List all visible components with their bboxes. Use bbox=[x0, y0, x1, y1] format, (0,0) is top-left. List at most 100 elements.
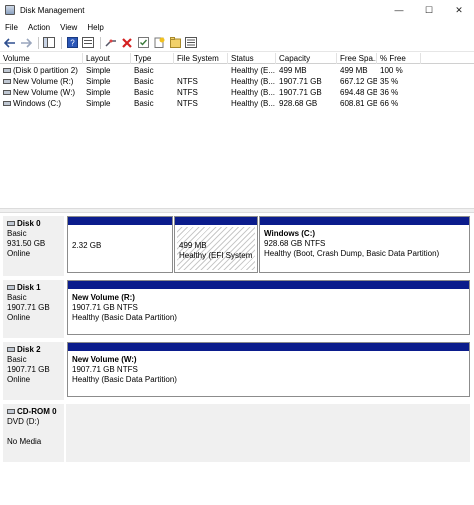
partition-block-efi[interactable]: 499 MB Healthy (EFI System Pa bbox=[174, 216, 258, 273]
partition-status: Healthy (Boot, Crash Dump, Basic Data Pa… bbox=[264, 249, 440, 258]
partition-bar bbox=[68, 281, 469, 289]
toolbar-separator bbox=[38, 36, 39, 49]
svg-text:?: ? bbox=[70, 39, 75, 48]
minimize-button[interactable]: — bbox=[384, 0, 414, 20]
menu-help[interactable]: Help bbox=[82, 23, 108, 32]
close-button[interactable]: ✕ bbox=[444, 0, 474, 20]
volume-type: Basic bbox=[134, 77, 154, 86]
disk-size: 931.50 GB bbox=[7, 239, 46, 248]
volume-layout: Simple bbox=[86, 88, 111, 97]
volume-name: New Volume (W:) bbox=[13, 88, 76, 97]
volume-status: Healthy (B... bbox=[231, 88, 276, 97]
volume-layout: Simple bbox=[86, 66, 111, 75]
volume-percent-free: 100 % bbox=[380, 66, 403, 75]
column-header-file-system[interactable]: File System bbox=[174, 53, 228, 64]
disk-type: DVD (D:) bbox=[7, 417, 40, 426]
volume-file-system bbox=[174, 65, 228, 76]
partition-bar bbox=[175, 217, 257, 225]
column-header-volume[interactable]: Volume bbox=[0, 53, 83, 64]
check-icon[interactable] bbox=[136, 36, 150, 50]
delete-icon[interactable] bbox=[120, 36, 134, 50]
disk-icon bbox=[7, 347, 15, 353]
partition-block[interactable]: New Volume (R:) 1907.71 GB NTFS Healthy … bbox=[67, 280, 470, 335]
disk-type: Basic bbox=[7, 293, 27, 302]
disk-label[interactable]: Disk 0 Basic 931.50 GB Online bbox=[3, 216, 64, 276]
maximize-button[interactable]: ☐ bbox=[414, 0, 444, 20]
partition-bar bbox=[68, 217, 172, 225]
disk-state: No Media bbox=[7, 437, 42, 446]
volume-status: Healthy (B... bbox=[231, 99, 276, 108]
window-title: Disk Management bbox=[20, 5, 85, 15]
disk-state: Online bbox=[7, 249, 31, 258]
partition-size: 1907.71 GB NTFS bbox=[72, 303, 138, 312]
disk-name: Disk 2 bbox=[17, 345, 41, 354]
disk-icon bbox=[7, 285, 15, 291]
column-header-status[interactable]: Status bbox=[228, 53, 276, 64]
new-icon[interactable] bbox=[152, 36, 166, 50]
disk-size: 1907.71 GB bbox=[7, 303, 50, 312]
partition-title: New Volume (R:) bbox=[72, 293, 135, 302]
disk-label[interactable]: CD-ROM 0 DVD (D:) No Media bbox=[3, 404, 64, 462]
menu-view[interactable]: View bbox=[55, 23, 82, 32]
volume-percent-free: 66 % bbox=[380, 99, 399, 108]
volume-type: Basic bbox=[134, 66, 154, 75]
volume-row[interactable]: New Volume (W:) Simple Basic NTFS Health… bbox=[0, 87, 474, 98]
properties-icon[interactable] bbox=[81, 36, 95, 50]
partition-block[interactable]: Windows (C:) 928.68 GB NTFS Healthy (Boo… bbox=[259, 216, 470, 273]
column-header-free-space[interactable]: Free Spa... bbox=[337, 53, 377, 64]
column-header-layout[interactable]: Layout bbox=[83, 53, 131, 64]
partition-status: Healthy (EFI System Pa bbox=[179, 251, 254, 260]
disk-type: Basic bbox=[7, 229, 27, 238]
volume-row[interactable]: Windows (C:) Simple Basic NTFS Healthy (… bbox=[0, 98, 474, 109]
volume-row[interactable]: New Volume (R:) Simple Basic NTFS Health… bbox=[0, 76, 474, 87]
volume-file-system: NTFS bbox=[177, 99, 198, 108]
partition-size: 928.68 GB NTFS bbox=[264, 239, 326, 248]
column-header-percent-free[interactable]: % Free bbox=[377, 53, 421, 64]
menu-action[interactable]: Action bbox=[23, 23, 55, 32]
volume-icon bbox=[3, 68, 11, 74]
column-header-type[interactable]: Type bbox=[131, 53, 174, 64]
menu-file[interactable]: File bbox=[0, 23, 23, 32]
volume-list-header: Volume Layout Type File System Status Ca… bbox=[0, 53, 474, 64]
toolbar: ? bbox=[0, 34, 474, 52]
volume-name: Windows (C:) bbox=[13, 99, 62, 108]
back-arrow-icon[interactable] bbox=[3, 36, 17, 50]
partition-title: New Volume (W:) bbox=[72, 355, 137, 364]
disk-name: CD-ROM 0 bbox=[17, 407, 57, 416]
open-icon[interactable] bbox=[168, 36, 182, 50]
column-header-capacity[interactable]: Capacity bbox=[276, 53, 337, 64]
volume-layout: Simple bbox=[86, 99, 111, 108]
disk-size: 1907.71 GB bbox=[7, 365, 50, 374]
volume-icon bbox=[3, 101, 11, 107]
partition-size: 1907.71 GB NTFS bbox=[72, 365, 138, 374]
forward-arrow-icon[interactable] bbox=[19, 36, 33, 50]
volume-type: Basic bbox=[134, 99, 154, 108]
partition-block[interactable]: New Volume (W:) 1907.71 GB NTFS Healthy … bbox=[67, 342, 470, 397]
disk-name: Disk 1 bbox=[17, 283, 41, 292]
partition-status: Healthy (Basic Data Partition) bbox=[72, 375, 177, 384]
volume-free-space: 667.12 GB bbox=[340, 77, 377, 86]
volume-file-system: NTFS bbox=[177, 77, 198, 86]
disk-state: Online bbox=[7, 375, 31, 384]
volume-name: New Volume (R:) bbox=[13, 77, 74, 86]
volume-icon bbox=[3, 90, 11, 96]
partition-block[interactable]: 2.32 GB bbox=[67, 216, 173, 273]
toolbar-separator bbox=[61, 36, 62, 49]
volume-row[interactable]: (Disk 0 partition 2) Simple Basic Health… bbox=[0, 65, 474, 76]
volume-layout: Simple bbox=[86, 77, 111, 86]
list-view-icon[interactable] bbox=[184, 36, 198, 50]
disk-label[interactable]: Disk 2 Basic 1907.71 GB Online bbox=[3, 342, 64, 400]
console-tree-icon[interactable] bbox=[42, 36, 56, 50]
help-icon[interactable]: ? bbox=[65, 36, 79, 50]
volume-status: Healthy (E... bbox=[231, 66, 276, 75]
disk-name: Disk 0 bbox=[17, 219, 41, 228]
volume-type: Basic bbox=[134, 88, 154, 97]
disk-row: CD-ROM 0 DVD (D:) No Media bbox=[0, 404, 474, 462]
volume-file-system: NTFS bbox=[177, 88, 198, 97]
connect-icon[interactable] bbox=[104, 36, 118, 50]
partition-status: Healthy (Basic Data Partition) bbox=[72, 313, 177, 322]
volume-status: Healthy (B... bbox=[231, 77, 276, 86]
partition-title: Windows (C:) bbox=[264, 229, 316, 238]
disk-label[interactable]: Disk 1 Basic 1907.71 GB Online bbox=[3, 280, 64, 338]
menu-bar: File Action View Help bbox=[0, 20, 474, 34]
